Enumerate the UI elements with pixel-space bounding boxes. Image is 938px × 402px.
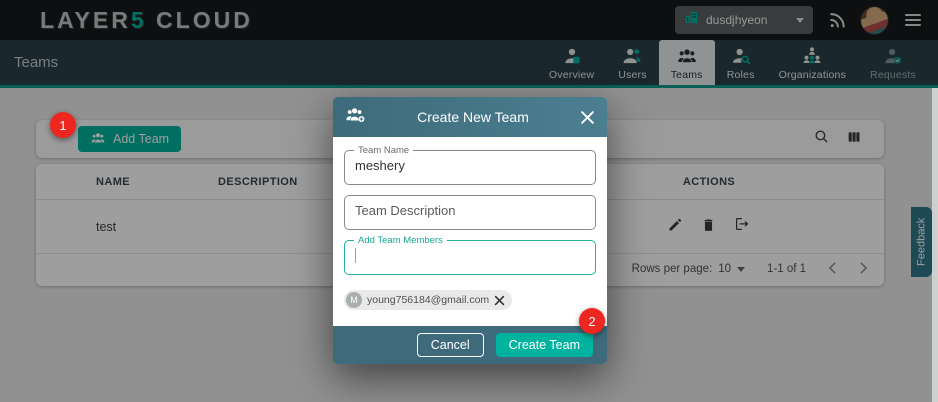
modal-footer: Cancel Create Team — [333, 326, 607, 364]
chip-email: young756184@gmail.com — [367, 294, 489, 306]
modal-header: Create New Team — [333, 97, 607, 137]
team-name-field[interactable]: Team Name — [344, 150, 596, 185]
member-chips: M young756184@gmail.com — [344, 290, 596, 310]
team-description-input[interactable] — [355, 203, 585, 218]
team-description-field[interactable] — [344, 195, 596, 230]
add-team-members-label: Add Team Members — [354, 235, 447, 246]
create-team-button[interactable]: Create Team — [496, 333, 593, 357]
close-icon[interactable] — [580, 110, 595, 125]
modal-title: Create New Team — [366, 109, 580, 125]
chip-avatar: M — [346, 292, 362, 308]
tutorial-step-2-badge[interactable]: 2 — [579, 308, 605, 334]
cancel-button[interactable]: Cancel — [417, 333, 484, 357]
member-chip[interactable]: M young756184@gmail.com — [344, 290, 512, 310]
team-name-label: Team Name — [354, 145, 413, 156]
scrollbar[interactable] — [932, 88, 938, 402]
group-add-icon — [345, 104, 366, 130]
tutorial-step-1-badge[interactable]: 1 — [50, 112, 76, 138]
chip-remove-icon[interactable] — [494, 295, 505, 306]
text-cursor — [355, 248, 356, 263]
team-name-input[interactable] — [355, 158, 585, 173]
app-window: LAYER5 CLOUD dusdjhyeon Teams — [0, 0, 938, 402]
modal-body: Team Name Add Team Members M young756184… — [333, 137, 607, 326]
create-team-modal: Create New Team Team Name Add Team Membe… — [333, 97, 607, 364]
add-team-members-field[interactable]: Add Team Members — [344, 240, 596, 275]
